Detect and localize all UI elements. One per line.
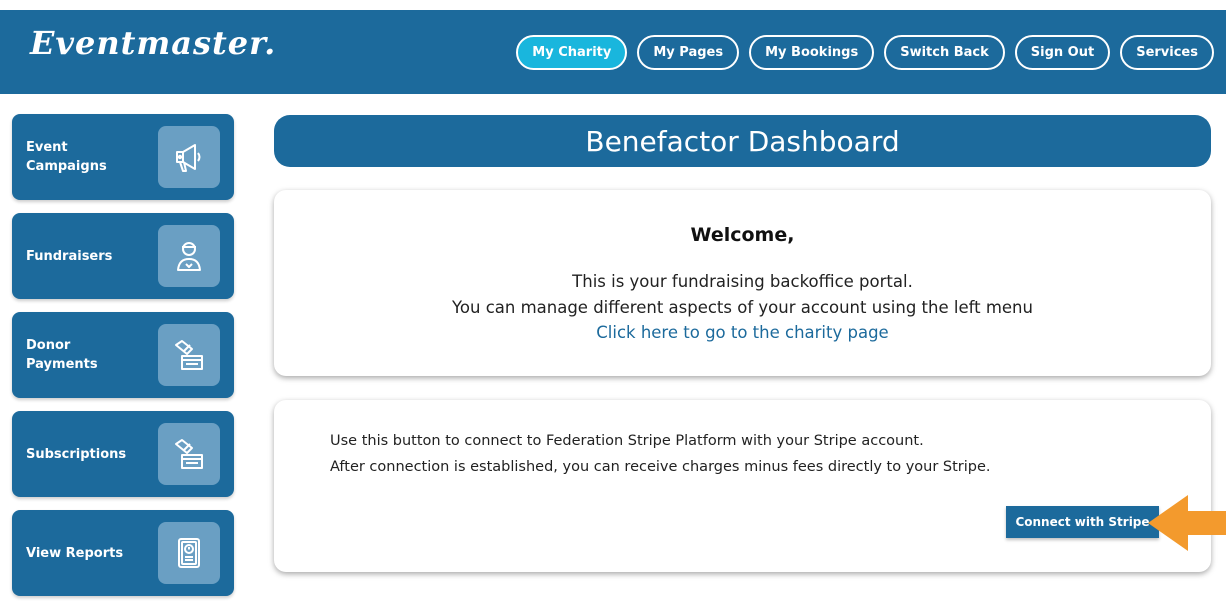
top-navigation-bar: Eventmaster. My Charity My Pages My Book…: [0, 10, 1226, 94]
nav-my-pages-button[interactable]: My Pages: [637, 35, 740, 70]
nav-switch-back-button[interactable]: Switch Back: [884, 35, 1005, 70]
sidebar-menu: Event Campaigns Fundraisers Donor Paymen…: [12, 114, 234, 609]
charity-page-link[interactable]: Click here to go to the charity page: [274, 323, 1211, 342]
main-nav: My Charity My Pages My Bookings Switch B…: [516, 35, 1214, 70]
sidebar-item-donor-payments[interactable]: Donor Payments: [12, 312, 234, 398]
welcome-heading: Welcome,: [690, 224, 795, 246]
stripe-connect-card: Use this button to connect to Federation…: [274, 400, 1211, 572]
page-title: Benefactor Dashboard: [274, 115, 1211, 167]
nav-my-charity-button[interactable]: My Charity: [516, 35, 628, 70]
megaphone-icon: [158, 126, 220, 188]
welcome-text-line-1: This is your fundraising backoffice port…: [572, 272, 913, 291]
sidebar-item-label: Event Campaigns: [26, 140, 107, 174]
nav-my-bookings-button[interactable]: My Bookings: [749, 35, 875, 70]
sidebar-item-view-reports[interactable]: View Reports: [12, 510, 234, 596]
sidebar-item-label: View Reports: [26, 545, 124, 561]
nav-sign-out-button[interactable]: Sign Out: [1014, 35, 1111, 70]
donation-box-icon: [158, 423, 220, 485]
sidebar-item-event-campaigns[interactable]: Event Campaigns: [12, 114, 234, 200]
connect-with-stripe-button[interactable]: Connect with Stripe: [1006, 506, 1159, 538]
nav-services-button[interactable]: Services: [1120, 35, 1214, 70]
fundraiser-person-icon: [158, 225, 220, 287]
sidebar-item-label: Donor Payments: [26, 338, 98, 372]
sidebar-item-label: Subscriptions: [26, 446, 127, 462]
sidebar-item-fundraisers[interactable]: Fundraisers: [12, 213, 234, 299]
donation-box-icon: [158, 324, 220, 386]
stripe-info-line-1: Use this button to connect to Federation…: [330, 433, 924, 449]
report-document-icon: [158, 522, 220, 584]
pointer-arrow-icon: [1148, 495, 1226, 551]
welcome-card: Welcome, This is your fundraising backof…: [274, 190, 1211, 376]
eventmaster-logo[interactable]: Eventmaster.: [30, 24, 276, 62]
stripe-info-line-2: After connection is established, you can…: [330, 459, 991, 475]
sidebar-item-subscriptions[interactable]: Subscriptions: [12, 411, 234, 497]
welcome-text-line-2: You can manage different aspects of your…: [452, 298, 1033, 317]
sidebar-item-label: Fundraisers: [26, 248, 113, 264]
